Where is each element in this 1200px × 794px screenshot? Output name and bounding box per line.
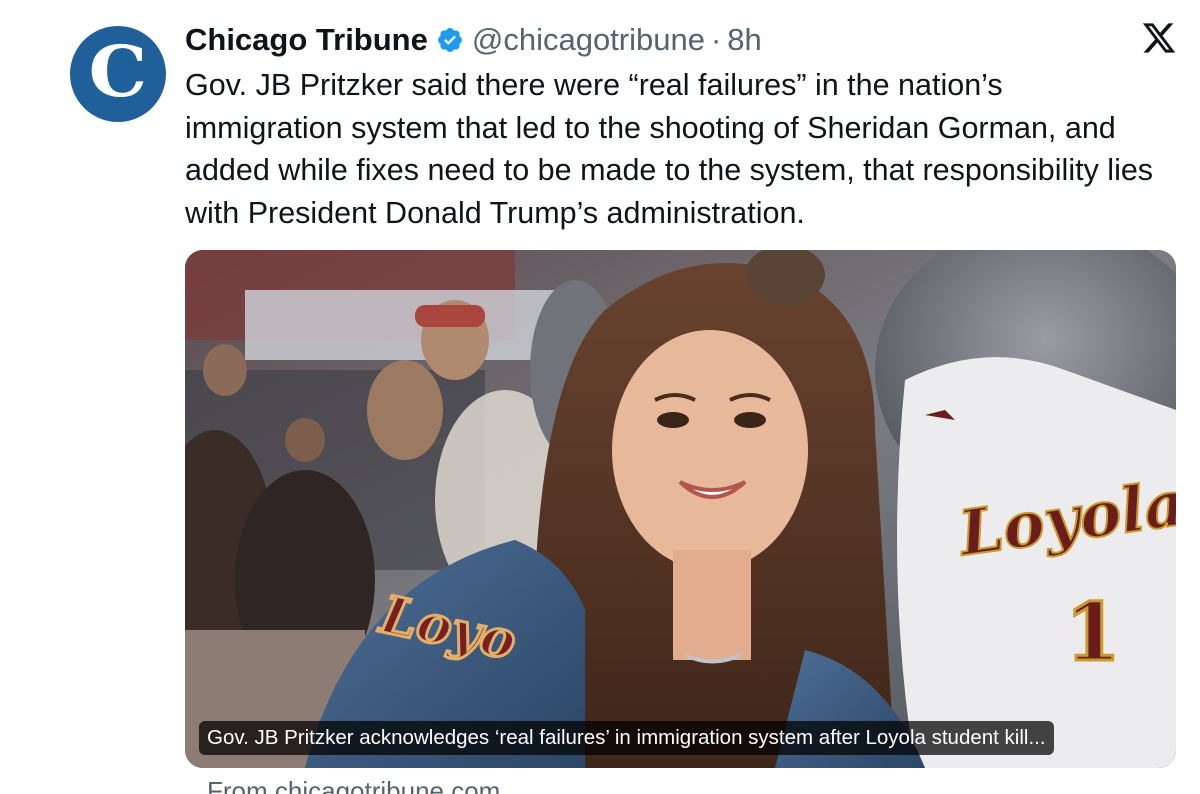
avatar-logo-letter: C (88, 30, 148, 113)
article-photo: Loyola 1 Loyo (185, 250, 1176, 768)
display-name[interactable]: Chicago Tribune (185, 22, 428, 58)
jersey-number: 1 (1065, 585, 1121, 679)
link-card-caption: Gov. JB Pritzker acknowledges ‘real fail… (199, 721, 1054, 755)
x-logo-icon[interactable] (1141, 20, 1177, 56)
link-source[interactable]: From chicagotribune.com (207, 776, 500, 794)
tweet[interactable]: C Chicago Tribune @chicagotribune · 8h G… (0, 0, 1200, 794)
chicago-tribune-avatar[interactable]: C (70, 26, 166, 122)
separator-dot: · (710, 22, 722, 57)
timestamp[interactable]: 8h (727, 22, 761, 58)
tweet-header: Chicago Tribune @chicagotribune · 8h (185, 18, 762, 62)
handle[interactable]: @chicagotribune (472, 22, 705, 58)
verified-badge-icon (436, 26, 464, 54)
tweet-text: Gov. JB Pritzker said there were “real f… (185, 68, 1154, 230)
link-card-image[interactable]: Loyola 1 Loyo Gov. JB Pritzker acknowled… (185, 250, 1176, 768)
